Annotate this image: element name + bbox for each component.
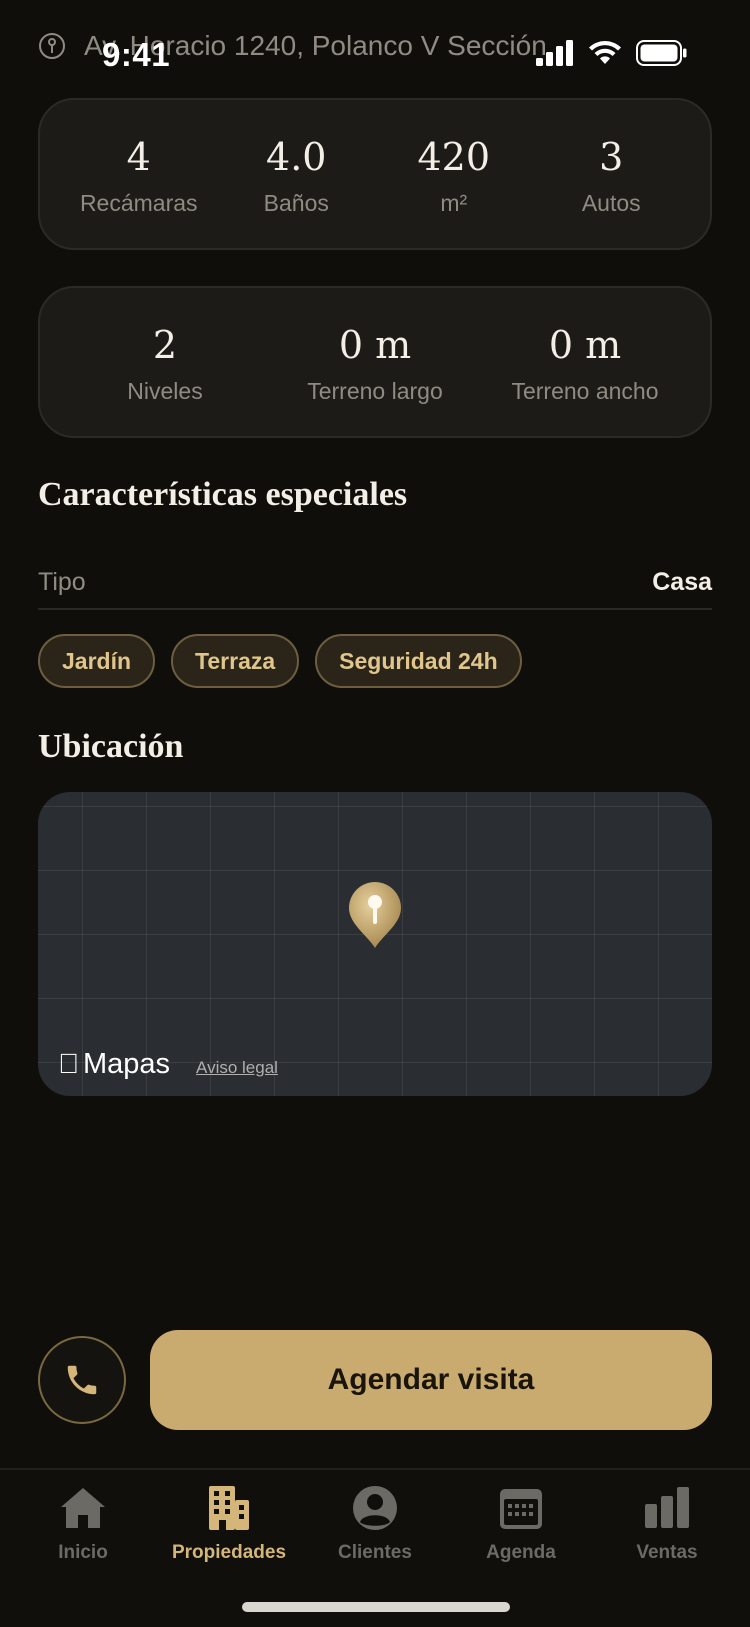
apple-logo-icon:  bbox=[58, 1048, 79, 1080]
wifi-icon bbox=[589, 41, 621, 64]
status-time: 9:41 bbox=[102, 36, 171, 73]
tab-label: Inicio bbox=[58, 1542, 108, 1563]
features-title: Características especiales bbox=[38, 476, 408, 513]
tab-inicio[interactable]: Inicio bbox=[10, 1470, 156, 1564]
stat-bathrooms: 4.0 Baños bbox=[221, 132, 371, 217]
location-map[interactable]:  Mapas Aviso legal bbox=[38, 792, 712, 1096]
stat-value: 4.0 bbox=[266, 134, 327, 179]
stat-label: Autos bbox=[581, 189, 641, 216]
tab-label: Agenda bbox=[486, 1542, 556, 1563]
schedule-visit-button[interactable]: Agendar visita bbox=[150, 1330, 712, 1430]
tab-label: Clientes bbox=[338, 1542, 412, 1563]
home-icon bbox=[61, 1488, 105, 1528]
stat-label: Terreno largo bbox=[307, 377, 443, 404]
stat-value: 0 m bbox=[338, 322, 412, 367]
feature-chip-security: Seguridad 24h bbox=[315, 634, 522, 688]
stat-lot-width: 0 m Terreno ancho bbox=[483, 320, 688, 405]
stat-label: Baños bbox=[263, 189, 329, 216]
stat-value: 0 m bbox=[548, 322, 622, 367]
stat-label: Recámaras bbox=[79, 189, 198, 216]
feature-chip-terrace: Terraza bbox=[171, 634, 300, 688]
tab-label: Propiedades bbox=[171, 1542, 287, 1563]
feature-chips: Jardín Terraza Seguridad 24h bbox=[38, 634, 522, 688]
legal-notice-link[interactable]: Aviso legal bbox=[196, 1058, 278, 1078]
tab-clientes[interactable]: Clientes bbox=[302, 1470, 448, 1564]
stat-area: 420 m² bbox=[379, 132, 529, 217]
call-button[interactable] bbox=[38, 1336, 126, 1424]
feature-chip-garden: Jardín bbox=[38, 634, 156, 688]
property-type-row: Tipo Casa bbox=[38, 556, 712, 610]
status-bar: 9:41 bbox=[0, 0, 750, 100]
phone-icon bbox=[67, 1365, 97, 1395]
cellular-signal-icon bbox=[536, 40, 573, 66]
stat-parking: 3 Autos bbox=[536, 132, 686, 217]
stat-value: 3 bbox=[599, 134, 624, 179]
battery-icon bbox=[636, 40, 687, 66]
person-icon bbox=[353, 1486, 397, 1530]
property-detail-screen: Av. Horacio 1240, Polanco V Sección 9:41 bbox=[0, 0, 750, 1627]
stat-value: 420 bbox=[417, 134, 491, 179]
calendar-icon bbox=[500, 1489, 542, 1529]
home-indicator bbox=[242, 1602, 510, 1612]
stat-value: 2 bbox=[152, 322, 178, 367]
maps-attribution:  Mapas Aviso legal bbox=[58, 1048, 278, 1081]
maps-brand-label: Mapas bbox=[62, 1048, 170, 1080]
stat-label: Niveles bbox=[127, 377, 203, 404]
map-pin-icon[interactable] bbox=[346, 880, 404, 950]
stat-bedrooms: 4 Recámaras bbox=[64, 132, 214, 217]
type-value: Casa bbox=[652, 567, 712, 596]
stat-levels: 2 Niveles bbox=[63, 320, 268, 405]
building-icon bbox=[209, 1486, 249, 1530]
stat-value: 4 bbox=[126, 134, 151, 179]
primary-stats-card: 4 Recámaras 4.0 Baños 420 m² 3 Autos bbox=[38, 98, 712, 250]
stat-label: Terreno ancho bbox=[511, 377, 659, 404]
tab-label: Ventas bbox=[636, 1542, 698, 1563]
stat-lot-length: 0 m Terreno largo bbox=[273, 320, 478, 405]
type-label: Tipo bbox=[38, 567, 86, 596]
tab-agenda[interactable]: Agenda bbox=[448, 1470, 594, 1564]
tab-propiedades[interactable]: Propiedades bbox=[156, 1470, 302, 1564]
location-title: Ubicación bbox=[38, 728, 184, 765]
stat-label: m² bbox=[440, 189, 468, 216]
status-icons bbox=[536, 40, 688, 66]
bar-chart-icon bbox=[645, 1487, 689, 1528]
secondary-stats-card: 2 Niveles 0 m Terreno largo 0 m Terreno … bbox=[38, 286, 712, 438]
tab-ventas[interactable]: Ventas bbox=[594, 1470, 740, 1564]
